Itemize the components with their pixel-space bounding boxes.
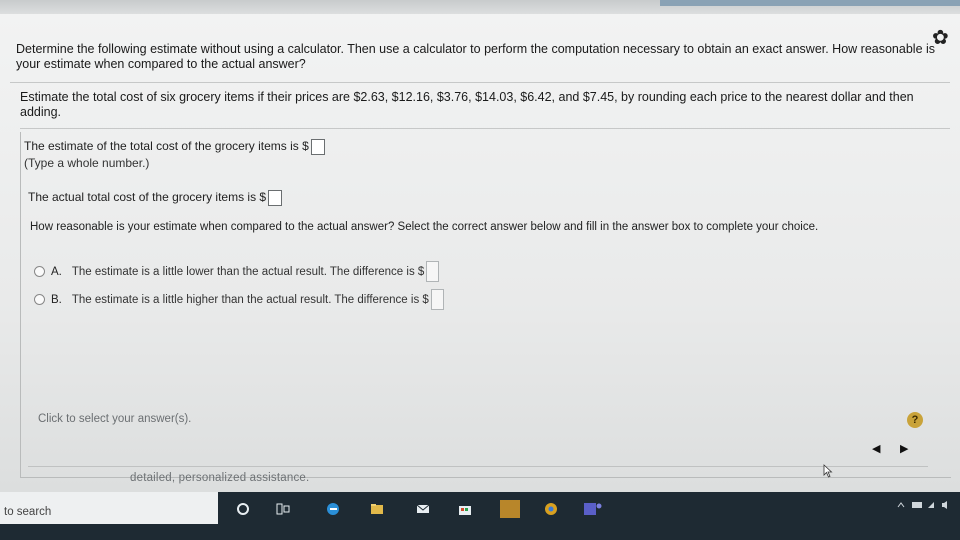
choice-b-letter: B. xyxy=(51,293,62,306)
reasonable-prompt: How reasonable is your estimate when com… xyxy=(30,221,819,233)
question-page: ✿ Determine the following estimate witho… xyxy=(0,14,960,492)
choice-a[interactable]: A. The estimate is a little lower than t… xyxy=(34,261,440,282)
tray-icons[interactable] xyxy=(896,500,956,510)
taskbar: to search xyxy=(0,492,960,540)
choice-a-letter: A. xyxy=(51,265,62,278)
assistance-text: detailed, personalized assistance. xyxy=(130,472,310,484)
browser-top-bar xyxy=(0,0,960,14)
divider xyxy=(20,128,950,129)
divider xyxy=(10,82,950,83)
actual-row: The actual total cost of the grocery ite… xyxy=(28,190,283,206)
question-line-2: your estimate when compared to the actua… xyxy=(16,57,306,71)
choice-b[interactable]: B. The estimate is a little higher than … xyxy=(34,289,444,310)
next-button[interactable]: ▶ xyxy=(900,442,908,455)
cortana-icon[interactable] xyxy=(236,502,250,516)
estimate-hint: (Type a whole number.) xyxy=(24,156,150,170)
edge-browser-icon[interactable] xyxy=(326,502,340,516)
choice-b-text: The estimate is a little higher than the… xyxy=(71,293,429,306)
help-button[interactable]: ? xyxy=(907,412,923,428)
taskbar-search-text: to search xyxy=(4,506,52,518)
actual-label: The actual total cost of the grocery ite… xyxy=(28,190,267,205)
top-accent-strip xyxy=(660,0,960,6)
taskbar-search-box[interactable]: to search xyxy=(0,492,218,524)
estimate-row: The estimate of the total cost of the gr… xyxy=(24,139,325,155)
choice-a-answer-box[interactable] xyxy=(426,261,440,282)
question-line-1: Determine the following estimate without… xyxy=(16,42,936,56)
chrome-icon[interactable] xyxy=(544,502,558,516)
task-view-icon[interactable] xyxy=(276,502,290,516)
question-text: Determine the following estimate without… xyxy=(16,42,952,72)
mail-icon[interactable] xyxy=(416,502,430,516)
system-tray[interactable] xyxy=(896,500,956,512)
divider xyxy=(28,466,928,467)
estimate-answer-box[interactable] xyxy=(310,139,325,155)
radio-b[interactable] xyxy=(34,294,45,305)
file-explorer-icon[interactable] xyxy=(370,502,384,516)
estimate-line-2: adding. xyxy=(20,105,62,119)
estimate-label: The estimate of the total cost of the gr… xyxy=(24,139,309,154)
choice-a-text: The estimate is a little lower than the … xyxy=(71,265,425,278)
estimate-line-1: Estimate the total cost of six grocery i… xyxy=(20,90,914,104)
store-icon[interactable] xyxy=(458,502,472,516)
estimate-text: Estimate the total cost of six grocery i… xyxy=(20,90,940,120)
previous-button[interactable]: ◀ xyxy=(872,442,880,455)
actual-answer-box[interactable] xyxy=(268,190,283,206)
teams-icon[interactable] xyxy=(584,502,602,516)
app-tile-icon[interactable] xyxy=(500,500,520,518)
mouse-cursor-icon xyxy=(823,464,833,478)
select-answer-text: Click to select your answer(s). xyxy=(38,413,192,425)
radio-a[interactable] xyxy=(34,266,45,277)
choice-b-answer-box[interactable] xyxy=(430,289,444,310)
